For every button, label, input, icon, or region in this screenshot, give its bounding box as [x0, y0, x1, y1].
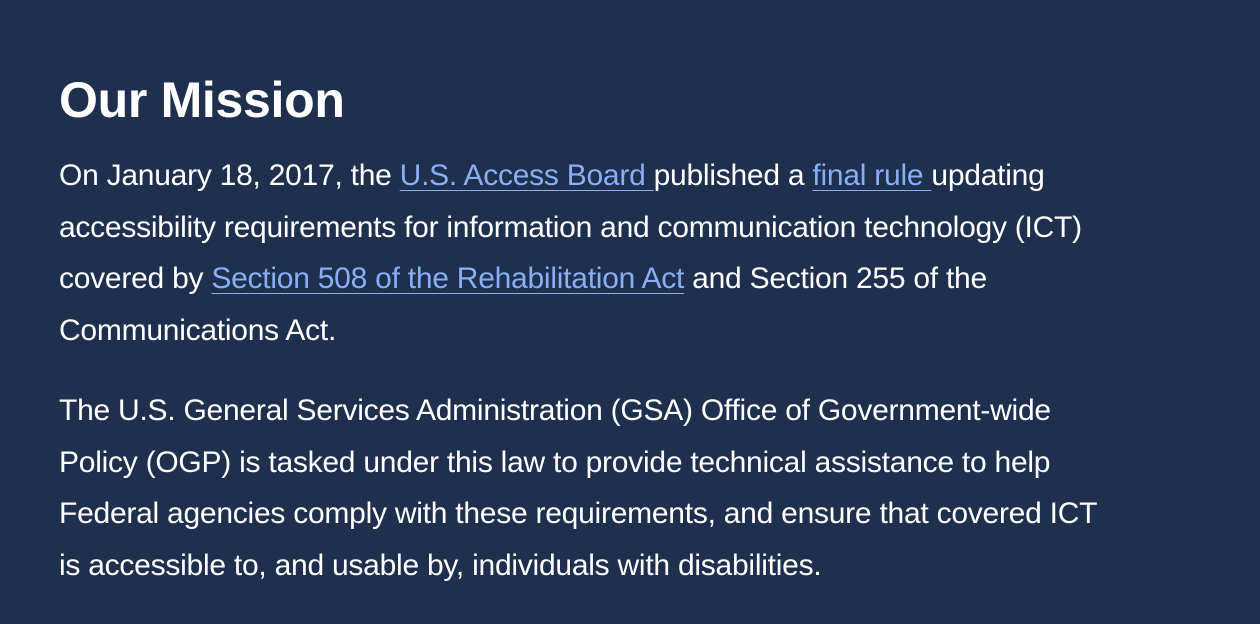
paragraph-1-text-after-section-508: and Section 255 of the: [684, 262, 987, 295]
final-rule-link[interactable]: final rule: [812, 159, 931, 192]
section-title: Our Mission: [59, 72, 345, 128]
paragraph-1-text-before-section-508: covered by: [59, 262, 212, 295]
paragraph-2-line-1: The U.S. General Services Administration…: [59, 394, 1051, 427]
access-board-link[interactable]: U.S. Access Board: [400, 159, 654, 192]
paragraph-2-line-4: is accessible to, and usable by, individ…: [59, 548, 822, 582]
paragraph-2-line-3: Federal agencies comply with these requi…: [59, 497, 1098, 530]
mission-paragraph-2: The U.S. General Services Administration…: [59, 385, 1239, 591]
paragraph-1-line-1: On January 18, 2017, the U.S. Access Boa…: [59, 150, 1239, 202]
paragraph-1-text-before-access-board: On January 18, 2017, the: [59, 159, 400, 192]
paragraph-1-line-2: accessibility requirements for informati…: [59, 210, 1082, 244]
section-508-link[interactable]: Section 508 of the Rehabilitation Act: [211, 262, 684, 295]
paragraph-1-text-before-final-rule: published a: [653, 159, 813, 192]
paragraph-1-line-4: Communications Act.: [59, 313, 337, 347]
mission-paragraph-1: On January 18, 2017, the U.S. Access Boa…: [59, 150, 1239, 356]
paragraph-1-line-3: covered by Section 508 of the Rehabilita…: [59, 253, 1239, 305]
paragraph-1-text-after-final-rule: updating: [931, 159, 1045, 192]
mission-section: Our Mission On January 18, 2017, the U.S…: [0, 0, 1260, 624]
paragraph-2-line-2: Policy (OGP) is tasked under this law to…: [59, 445, 1051, 479]
